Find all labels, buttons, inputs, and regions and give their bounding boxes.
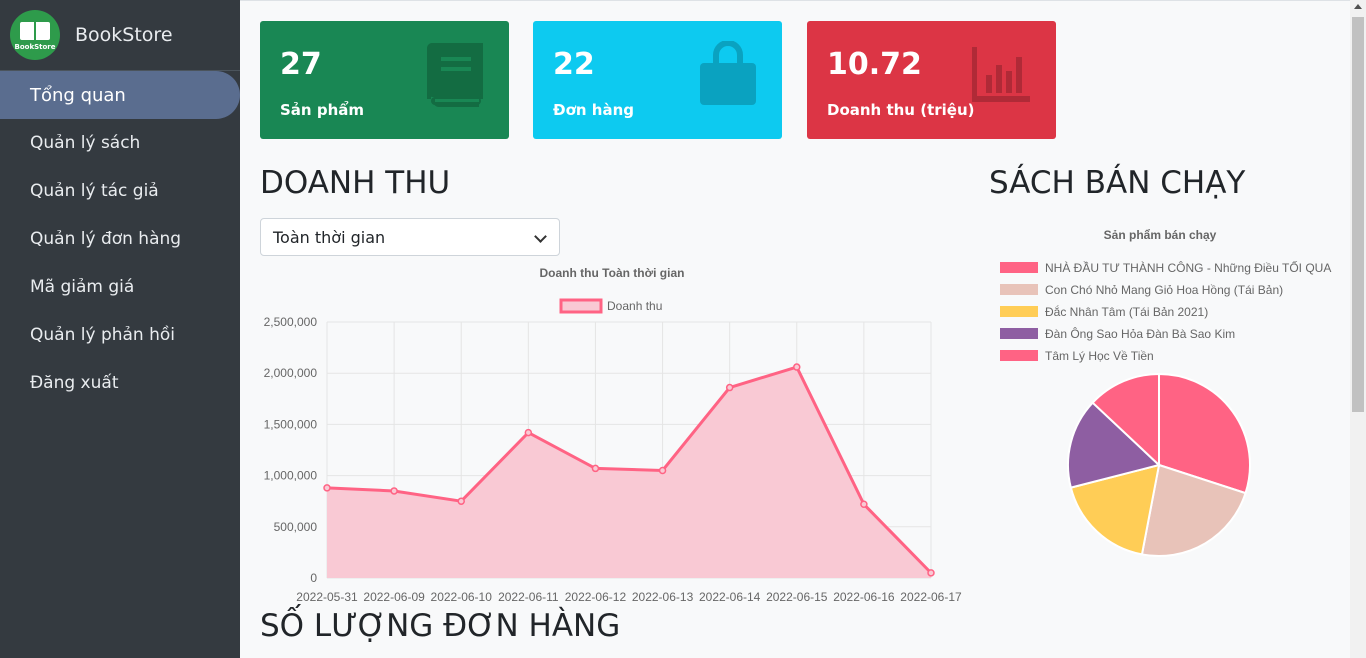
y-tick-label: 2,000,000 <box>264 366 318 380</box>
pie-legend-label: NHÀ ĐẦU TƯ THÀNH CÔNG - Những Điều TỐI Q… <box>1045 260 1331 275</box>
bestseller-heading: SÁCH BÁN CHẠY <box>989 165 1246 201</box>
pie-legend-label: Đàn Ông Sao Hỏa Đàn Bà Sao Kim <box>1045 326 1235 341</box>
revenue-point[interactable] <box>323 484 331 492</box>
y-tick-label: 0 <box>310 571 317 585</box>
revenue-point[interactable] <box>927 569 935 577</box>
pie-legend-swatch <box>1000 350 1038 361</box>
pie-legend-label: Tâm Lý Học Về Tiền <box>1045 349 1154 363</box>
x-tick-label: 2022-06-09 <box>363 590 425 604</box>
revenue-point[interactable] <box>457 497 465 505</box>
y-tick-label: 1,000,000 <box>264 469 318 483</box>
time-range-value: Toàn thời gian <box>273 228 386 247</box>
revenue-point[interactable] <box>591 464 600 473</box>
revenue-point[interactable] <box>793 363 801 371</box>
pie-legend-swatch <box>1000 262 1038 273</box>
legend-label: Doanh thu <box>607 299 662 313</box>
bookstore-logo-icon: BookStore <box>10 10 60 60</box>
x-tick-label: 2022-06-15 <box>766 590 828 604</box>
y-tick-label: 500,000 <box>274 520 318 534</box>
revenue-value: 10.72 <box>827 47 922 82</box>
sidebar-item-overview[interactable]: Tổng quan <box>0 71 240 119</box>
x-tick-label: 2022-06-17 <box>900 590 962 604</box>
top-border <box>240 0 1350 1</box>
sidebar-item-authors[interactable]: Quản lý tác giả <box>0 167 240 215</box>
revenue-chart-title: Doanh thu Toàn thời gian <box>540 266 685 280</box>
sidebar-item-coupons[interactable]: Mã giảm giá <box>0 263 240 311</box>
brand[interactable]: BookStore BookStore <box>0 0 240 71</box>
revenue-card[interactable]: 10.72 Doanh thu (triệu) <box>807 21 1056 139</box>
x-tick-label: 2022-06-16 <box>833 590 895 604</box>
shopping-bag-icon <box>700 41 756 105</box>
revenue-chart: Doanh thu Toàn thời gian Doanh thu 2,500… <box>264 266 962 604</box>
sidebar-menu: Tổng quan Quản lý sách Quản lý tác giả Q… <box>0 71 240 407</box>
orders-heading: SỐ LƯỢNG ĐƠN HÀNG <box>260 608 621 644</box>
x-tick-label: 2022-05-31 <box>296 590 358 604</box>
sidebar: BookStore BookStore Tổng quan Quản lý sá… <box>0 0 240 658</box>
time-range-select[interactable]: Toàn thời gian <box>260 218 560 256</box>
orders-card[interactable]: 22 Đơn hàng <box>533 21 782 139</box>
y-tick-label: 2,500,000 <box>264 315 318 329</box>
bestseller-pie-chart: Sản phẩm bán chạy NHÀ ĐẦU TƯ THÀNH CÔNG … <box>1000 228 1331 557</box>
brand-name: BookStore <box>75 24 173 46</box>
pie-legend-label: Con Chó Nhỏ Mang Giỏ Hoa Hồng (Tái Bản) <box>1045 283 1283 297</box>
sidebar-item-orders[interactable]: Quản lý đơn hàng <box>0 215 240 263</box>
revenue-point[interactable] <box>524 428 533 437</box>
scrollbar-thumb[interactable] <box>1352 17 1364 412</box>
x-tick-label: 2022-06-12 <box>565 590 627 604</box>
scrollbar[interactable] <box>1350 0 1366 658</box>
x-tick-label: 2022-06-13 <box>632 590 694 604</box>
pie-legend-label: Đắc Nhân Tâm (Tái Bản 2021) <box>1045 304 1208 319</box>
bar-chart-icon <box>972 47 1030 102</box>
pie-legend-swatch <box>1000 306 1038 317</box>
sidebar-item-logout[interactable]: Đăng xuất <box>0 359 240 407</box>
legend-swatch <box>559 298 603 314</box>
pie-legend-swatch <box>1000 328 1038 339</box>
pie-chart-title: Sản phẩm bán chạy <box>1104 228 1217 242</box>
sidebar-item-feedback[interactable]: Quản lý phản hồi <box>0 311 240 359</box>
book-icon <box>427 43 483 107</box>
orders-count: 22 <box>553 47 595 82</box>
orders-label: Đơn hàng <box>553 101 634 119</box>
revenue-heading: DOANH THU <box>260 165 451 201</box>
pie-legend-swatch <box>1000 284 1038 295</box>
revenue-label: Doanh thu (triệu) <box>827 101 975 119</box>
logo-text: BookStore <box>14 43 56 51</box>
x-tick-label: 2022-06-11 <box>498 590 559 604</box>
products-card[interactable]: 27 Sản phẩm <box>260 21 509 139</box>
revenue-point[interactable] <box>860 500 868 509</box>
revenue-point[interactable] <box>658 466 667 475</box>
chevron-down-icon <box>534 230 547 243</box>
revenue-area <box>327 367 931 578</box>
products-count: 27 <box>280 47 322 82</box>
x-tick-label: 2022-06-10 <box>431 590 493 604</box>
y-tick-label: 1,500,000 <box>264 417 318 431</box>
x-tick-label: 2022-06-14 <box>699 590 761 604</box>
revenue-point[interactable] <box>390 487 398 495</box>
scroll-up-icon[interactable] <box>1354 4 1362 9</box>
revenue-point[interactable] <box>725 383 734 392</box>
products-label: Sản phẩm <box>280 101 364 119</box>
sidebar-item-books[interactable]: Quản lý sách <box>0 119 240 167</box>
